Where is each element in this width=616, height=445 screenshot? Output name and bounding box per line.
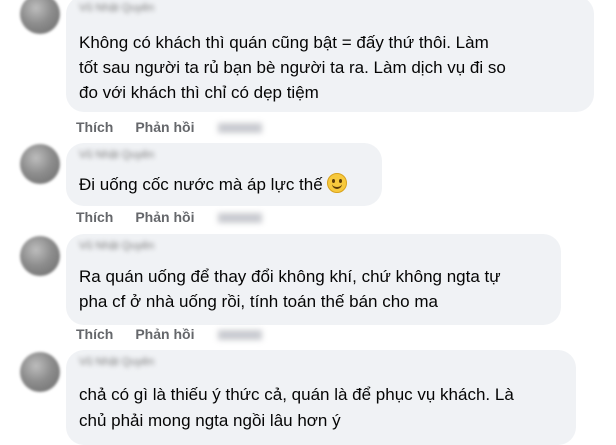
comment-actions: Thích Phản hồi bbox=[76, 119, 263, 135]
comment-text-line: chả có gì là thiếu ý thức cả, quán là để… bbox=[79, 385, 514, 404]
comment-actions: Thích Phản hồi bbox=[76, 326, 263, 342]
comment-text-line: đo với khách thì chỉ có dẹp tiệm bbox=[79, 83, 319, 102]
timestamp[interactable] bbox=[218, 213, 263, 224]
comment-bubble: Vũ Nhật Quyên Ra quán uống để thay đổi k… bbox=[66, 234, 561, 325]
comment-text-line: Đi uống cốc nước mà áp lực thế bbox=[79, 172, 368, 198]
comment-text-line: chủ phải mong ngta ngồi lâu hơn ý bbox=[79, 411, 341, 430]
avatar[interactable] bbox=[20, 0, 60, 34]
like-button[interactable]: Thích bbox=[76, 326, 113, 342]
avatar[interactable] bbox=[20, 144, 60, 184]
like-button[interactable]: Thích bbox=[76, 209, 113, 225]
timestamp[interactable] bbox=[218, 123, 263, 134]
comment-bubble: Vũ Nhật Quyên Đi uống cốc nước mà áp lực… bbox=[66, 143, 382, 206]
avatar[interactable] bbox=[20, 236, 60, 276]
slightly-smiling-face-icon bbox=[326, 173, 347, 193]
comment-text: Đi uống cốc nước mà áp lực thế bbox=[79, 175, 323, 194]
author-name[interactable]: Vũ Nhật Quyên bbox=[79, 241, 197, 252]
author-name[interactable]: Vũ Nhật Quyên bbox=[79, 3, 197, 14]
comment-bubble: Vũ Nhật Quyên chả có gì là thiếu ý thức … bbox=[66, 350, 576, 445]
comment-bubble: Vũ Nhật Quyên Không có khách thì quán cũ… bbox=[66, 0, 594, 112]
comment-text-line: tốt sau người ta rủ bạn bè người ta ra. … bbox=[79, 58, 506, 77]
comment-actions: Thích Phản hồi bbox=[76, 209, 263, 225]
author-name[interactable]: Vũ Nhật Quyên bbox=[79, 150, 197, 161]
comment-text-line: Không có khách thì quán cũng bật = đấy t… bbox=[79, 33, 489, 52]
author-name[interactable]: Vũ Nhật Quyên bbox=[79, 357, 197, 368]
like-button[interactable]: Thích bbox=[76, 119, 113, 135]
reply-button[interactable]: Phản hồi bbox=[135, 209, 194, 225]
reply-button[interactable]: Phản hồi bbox=[135, 326, 194, 342]
comment-text-line: Ra quán uống để thay đổi không khí, chứ … bbox=[79, 267, 501, 286]
timestamp[interactable] bbox=[218, 330, 263, 341]
comment-text-line: pha cf ở nhà uống rồi, tính toán thế bán… bbox=[79, 292, 438, 311]
reply-button[interactable]: Phản hồi bbox=[135, 119, 194, 135]
avatar[interactable] bbox=[20, 352, 60, 392]
